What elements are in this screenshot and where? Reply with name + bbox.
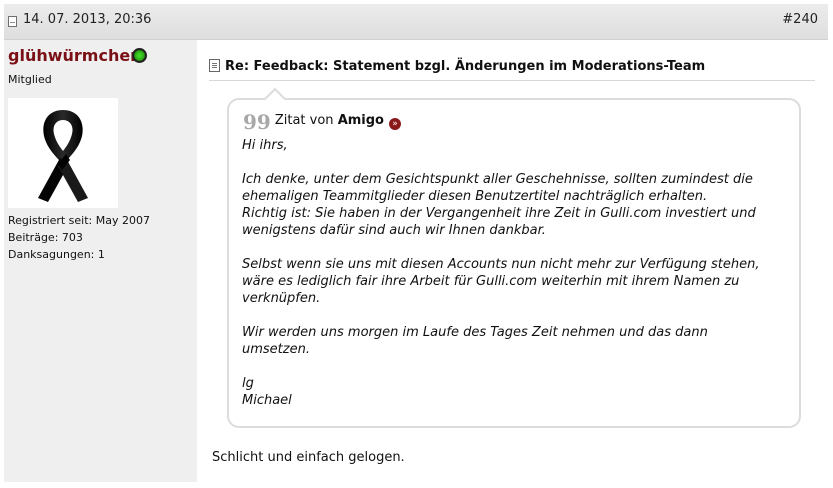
post-date: 14. 07. 2013, 20:36: [23, 12, 152, 27]
quote-line: verknüpfen.: [242, 291, 321, 306]
user-rank: Mitglied: [8, 73, 52, 86]
quote-box: 99 Zitat von Amigo » Hi ihrs, Ich denke, u…: [227, 87, 801, 428]
quote-line: wenigstens dafür sind auch wir Ihnen dan…: [242, 223, 546, 238]
quote-line: ehemaligen Teammitglieder diesen Benutze…: [242, 189, 708, 204]
quote-body: Hi ihrs, Ich denke, unter dem Gesichtspu…: [242, 137, 787, 409]
quote-header: 99 Zitat von Amigo »: [243, 112, 401, 132]
user-sidebar: glühwürmchen Mitglied Registriert seit: …: [4, 40, 197, 482]
post-status-icon: [8, 16, 17, 27]
quote-line: umsetzen.: [242, 342, 310, 357]
avatar[interactable]: [8, 98, 118, 208]
quote-greeting: Hi ihrs,: [242, 138, 288, 153]
quote-signature: Michael: [242, 393, 292, 408]
post-title-icon: [209, 59, 220, 72]
post-header: 14. 07. 2013, 20:36 #240: [4, 4, 828, 40]
registered-date: Registriert seit: May 2007: [8, 214, 150, 227]
post-count: Beiträge: 703: [8, 231, 83, 244]
quote-signoff: lg: [242, 376, 254, 391]
online-indicator-icon: [132, 48, 147, 63]
quote-author: Amigo: [337, 113, 384, 128]
quote-line: Ich denke, unter dem Gesichtspunkt aller…: [242, 172, 753, 187]
quote-line: Richtig ist: Sie haben in der Vergangenh…: [242, 206, 756, 221]
username-link[interactable]: glühwürmchen: [8, 46, 142, 65]
ribbon-icon: [38, 110, 88, 202]
quote-label: Zitat von: [274, 113, 334, 128]
quote-line: wäre es lediglich fair ihre Arbeit für G…: [242, 274, 740, 289]
forum-post: 14. 07. 2013, 20:36 #240 glühwürmchen Mi…: [4, 4, 828, 482]
quote-line: Wir werden uns morgen im Laufe des Tages…: [242, 325, 708, 340]
thanks-count: Danksagungen: 1: [8, 248, 105, 261]
view-post-icon[interactable]: »: [389, 118, 401, 130]
quote-line: Selbst wenn sie uns mit diesen Accounts …: [242, 257, 760, 272]
quote-mark-icon: 99: [243, 110, 271, 134]
post-title: Re: Feedback: Statement bzgl. Änderungen…: [225, 59, 706, 74]
post-number-link[interactable]: #240: [782, 12, 818, 27]
user-info: Registriert seit: May 2007 Beiträge: 703…: [8, 212, 150, 263]
post-content: Re: Feedback: Statement bzgl. Änderungen…: [197, 40, 828, 482]
post-title-row: Re: Feedback: Statement bzgl. Änderungen…: [209, 58, 815, 81]
reply-text: Schlicht und einfach gelogen.: [212, 450, 405, 465]
